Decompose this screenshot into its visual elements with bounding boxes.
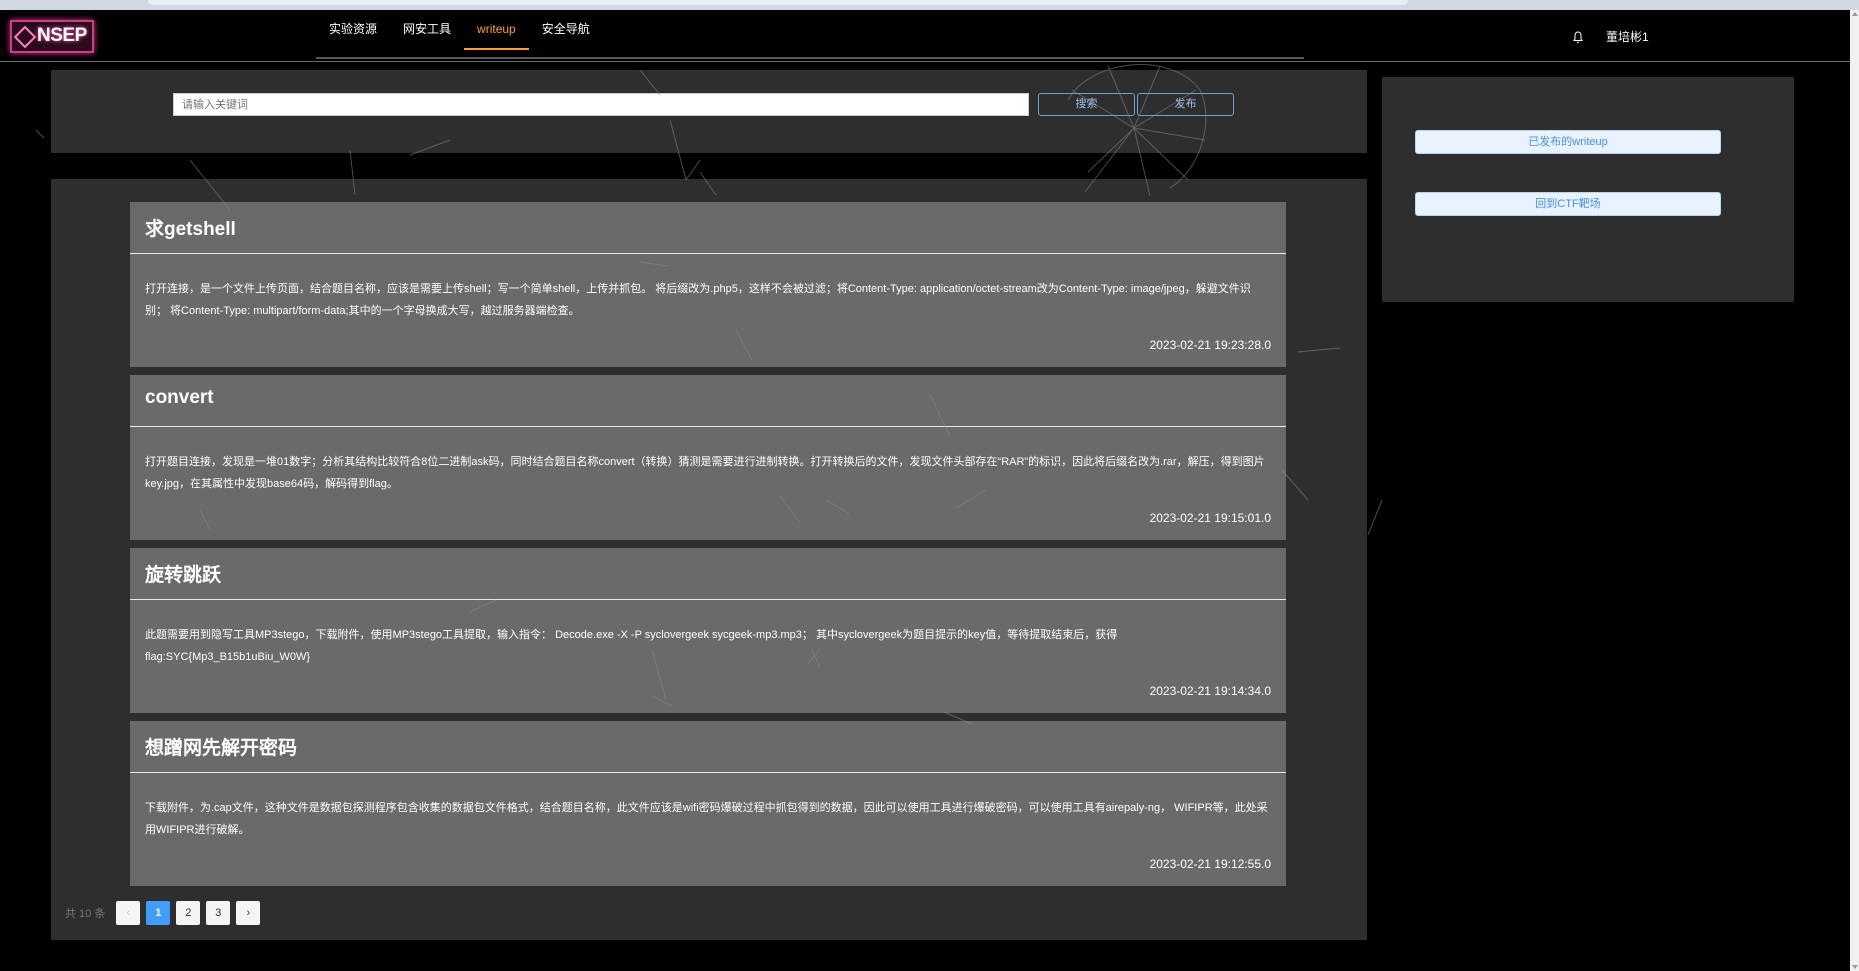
writeup-summary: 打开连接，是一个文件上传页面，结合题目名称，应该是需要上传shell；写一个简单…	[145, 283, 1251, 317]
site-logo[interactable]: NSEP	[10, 20, 94, 53]
logo-cube-icon	[13, 25, 37, 49]
writeup-title[interactable]: 想蹭网先解开密码	[145, 733, 297, 760]
prev-page-button[interactable]: ‹	[116, 901, 141, 925]
page-button-2[interactable]: 2	[176, 901, 201, 925]
writeup-card[interactable]: 旋转跳跃 此题需要用到隐写工具MP3stego，下载附件，使用MP3stego工…	[130, 548, 1286, 713]
card-divider	[130, 599, 1286, 600]
card-divider	[130, 253, 1286, 254]
nav-item-tools[interactable]: 网安工具	[390, 10, 464, 50]
bell-icon[interactable]	[1572, 30, 1584, 44]
page-scrollbar[interactable]	[1850, 10, 1859, 971]
nav-divider	[316, 57, 1304, 59]
sidebar-panel	[1382, 77, 1794, 302]
back-to-ctf-button[interactable]: 回到CTF靶场	[1415, 192, 1721, 216]
browser-address-bar	[148, 0, 1408, 5]
search-input[interactable]	[173, 93, 1029, 116]
user-name[interactable]: 董培彬1	[1606, 28, 1649, 45]
writeup-date: 2023-02-21 19:15:01.0	[1149, 511, 1271, 525]
writeup-date: 2023-02-21 19:12:55.0	[1149, 857, 1271, 871]
nav-item-writeup[interactable]: writeup	[464, 10, 529, 50]
writeup-card[interactable]: 想蹭网先解开密码 下载附件，为.cap文件，这种文件是数据包探测程序包含收集的数…	[130, 721, 1286, 886]
card-divider	[130, 426, 1286, 427]
page-button-3[interactable]: 3	[206, 901, 231, 925]
next-page-button[interactable]: ›	[236, 901, 261, 925]
pagination: 共 10 条 ‹ 1 2 3 ›	[65, 901, 266, 925]
writeup-card[interactable]: 求getshell 打开连接，是一个文件上传页面，结合题目名称，应该是需要上传s…	[130, 202, 1286, 367]
writeup-title[interactable]: convert	[145, 387, 214, 409]
publish-button[interactable]: 发布	[1137, 93, 1234, 116]
browser-top-strip	[0, 0, 1859, 10]
search-button[interactable]: 搜索	[1038, 93, 1135, 116]
scroll-down-arrow-icon[interactable]	[1852, 965, 1858, 969]
nav-item-navigation[interactable]: 安全导航	[529, 10, 603, 50]
writeup-summary: 打开题目连接，发现是一堆01数字；分析其结构比较符合8位二进制ask码，同时结合…	[145, 456, 1265, 490]
writeup-summary: 下载附件，为.cap文件，这种文件是数据包探测程序包含收集的数据包文件格式，结合…	[145, 802, 1268, 836]
scroll-up-arrow-icon[interactable]	[1852, 12, 1858, 16]
logo-text: NSEP	[37, 25, 87, 46]
main-nav: 实验资源 网安工具 writeup 安全导航	[316, 10, 603, 50]
writeup-card[interactable]: convert 打开题目连接，发现是一堆01数字；分析其结构比较符合8位二进制a…	[130, 375, 1286, 540]
page-button-1[interactable]: 1	[146, 901, 171, 925]
pagination-total: 共 10 条	[65, 908, 106, 920]
writeup-date: 2023-02-21 19:14:34.0	[1149, 684, 1271, 698]
nav-item-resources[interactable]: 实验资源	[316, 10, 390, 50]
published-writeup-button[interactable]: 已发布的writeup	[1415, 130, 1721, 154]
writeup-title[interactable]: 旋转跳跃	[145, 560, 221, 587]
card-divider	[130, 772, 1286, 773]
writeup-date: 2023-02-21 19:23:28.0	[1149, 338, 1271, 352]
writeup-title[interactable]: 求getshell	[145, 214, 236, 241]
writeup-summary: 此题需要用到隐写工具MP3stego，下载附件，使用MP3stego工具提取，输…	[145, 629, 1118, 663]
